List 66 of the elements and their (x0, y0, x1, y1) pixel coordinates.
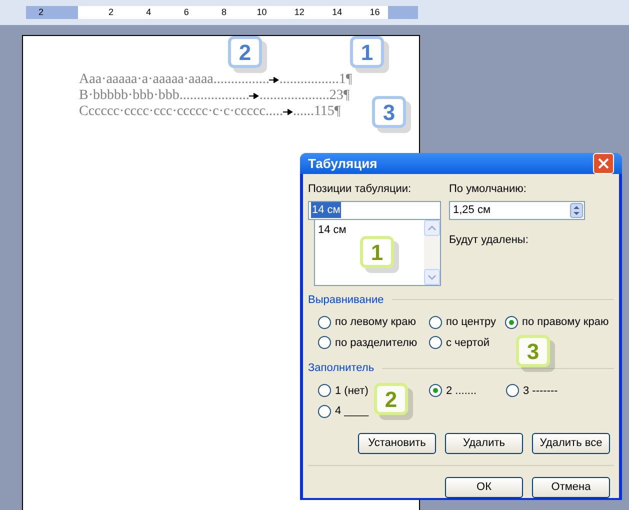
radio-label: с чертой (446, 336, 490, 350)
radio-label: по разделителю (335, 336, 418, 350)
radio-button[interactable] (429, 336, 442, 350)
ruler-number: 8 (220, 8, 228, 17)
tab-leader: ................. (279, 72, 339, 88)
selected-text: 14 см (311, 202, 342, 218)
callout-badge: 2 (374, 383, 408, 415)
group-label: Выравнивание (308, 292, 384, 308)
dialog-button[interactable]: Установить (358, 432, 436, 454)
document-text: Aaa·aaaaa·a·aaaaa·aaaa (79, 72, 214, 88)
radio-label: по левому краю (335, 315, 416, 330)
ruler-number: 14 (331, 8, 344, 17)
tab-leader: ..... (265, 104, 283, 120)
field-label: Позиции табуляции: (308, 182, 412, 197)
ruler-number: 12 (293, 8, 306, 17)
window-title: Табуляция (308, 154, 378, 173)
document-text: B·bbbbb·bbb·bbb (79, 88, 180, 104)
default-stops-field[interactable]: 1,25 см (449, 200, 585, 220)
callout-badge: 1 (350, 36, 384, 68)
radio-button[interactable] (318, 336, 331, 350)
group-label: Заполнитель (308, 361, 374, 376)
field-label: По умолчанию: (449, 182, 528, 197)
radio-button[interactable] (318, 384, 331, 398)
ruler-number: 10 (256, 8, 268, 17)
page-number: 1¶ (338, 72, 352, 88)
tab-arrow-icon (282, 109, 293, 115)
ruler-number: 2 (37, 8, 44, 17)
radio-label: 1 (нет) (335, 384, 368, 398)
radio-button[interactable] (429, 384, 442, 398)
radio-label: 2 ....... (446, 384, 477, 398)
close-button[interactable] (593, 153, 614, 174)
dialog-button[interactable]: Удалить (445, 432, 523, 454)
page-number: 23¶ (329, 88, 350, 104)
tab-leader: .................... (259, 88, 330, 104)
dialog-button[interactable]: ОК (445, 476, 523, 498)
ruler-number: 16 (368, 8, 381, 17)
dialog-button[interactable]: Удалить все (532, 432, 610, 454)
radio-button[interactable] (429, 316, 442, 329)
callout-badge: 1 (360, 236, 394, 268)
close-icon (598, 158, 609, 169)
ruler-number: 2 (107, 8, 114, 17)
field-label: Будут удалены: (449, 232, 530, 248)
radio-label: по центру (446, 315, 496, 330)
radio-button[interactable] (506, 384, 519, 398)
list-item[interactable]: 14 см (318, 222, 421, 238)
tab-arrow-icon (249, 93, 260, 99)
callout-badge: 2 (228, 36, 262, 68)
tab-leader: ................ (213, 72, 270, 88)
radio-button[interactable] (318, 404, 331, 418)
page-number: 115¶ (314, 104, 341, 120)
document-text: Cccccc·cccc·ccc·ccccc·c·c·ccccc (79, 104, 266, 120)
ruler-number: 6 (182, 8, 190, 17)
radio-label: по правому краю (522, 315, 609, 330)
radio-label: 3 ------- (523, 384, 558, 398)
callout-badge: 3 (372, 96, 406, 128)
tab-leader: .................... (179, 88, 250, 104)
callout-badge: 3 (516, 335, 550, 367)
tab-arrow-icon (269, 77, 280, 83)
radio-label: 4 ____ (335, 404, 369, 419)
tab-position-field[interactable]: 14 см (308, 200, 441, 220)
radio-button[interactable] (505, 316, 518, 329)
spin-icon[interactable] (570, 202, 583, 218)
dialog-button[interactable]: Отмена (532, 476, 610, 498)
tab-leader: ...... (292, 104, 314, 120)
ruler-number: 4 (145, 8, 152, 17)
radio-button[interactable] (318, 316, 331, 329)
